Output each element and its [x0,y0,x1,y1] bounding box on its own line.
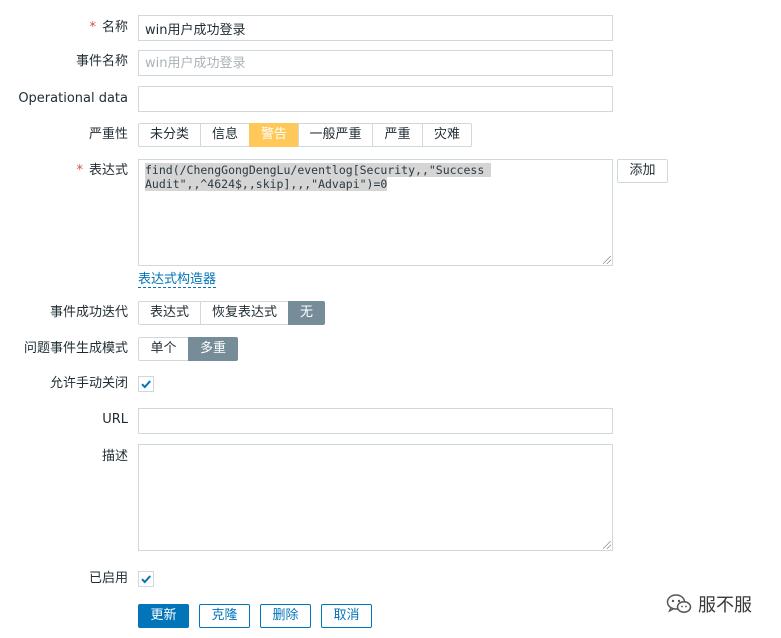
manual-close-label: 允许手动关闭 [49,376,128,391]
clone-button[interactable]: 克隆 [199,604,250,628]
operational-data-label: Operational data [18,91,128,106]
recovery-expression[interactable]: 表达式 [138,301,201,325]
description-textarea[interactable] [138,444,613,551]
severity-selector: 未分类 信息 警告 一般严重 严重 灾难 [138,123,472,147]
severity-high[interactable]: 严重 [372,123,423,147]
severity-warning[interactable]: 警告 [249,123,299,147]
expression-textarea[interactable]: find(/ChengGongDengLu/eventlog[Security,… [138,159,613,266]
recovery-none[interactable]: 无 [288,301,325,325]
problem-mode-label: 问题事件生成模式 [23,341,128,356]
problem-mode-multiple[interactable]: 多重 [188,337,238,361]
name-label: * 名称 [89,20,128,35]
recovery-mode-selector: 表达式 恢复表达式 无 [138,301,325,325]
checkmark-icon [141,575,151,584]
severity-information[interactable]: 信息 [200,123,250,147]
description-label: 描述 [101,449,128,464]
manual-close-checkbox[interactable] [138,376,154,392]
add-expression-button[interactable]: 添加 [617,159,668,183]
severity-not-classified[interactable]: 未分类 [138,123,201,147]
recovery-mode-label: 事件成功迭代 [49,305,128,320]
watermark-text: 服不服 [698,595,752,616]
url-input[interactable] [138,408,613,434]
event-name-input[interactable] [138,50,613,76]
name-input[interactable] [138,15,613,41]
checkmark-icon [141,380,151,389]
operational-data-input[interactable] [138,86,613,112]
enabled-checkbox[interactable] [138,571,154,587]
watermark: 服不服 [666,590,752,618]
recovery-recovery-expression[interactable]: 恢复表达式 [200,301,289,325]
delete-button[interactable]: 删除 [260,604,311,628]
problem-mode-selector: 单个 多重 [138,337,238,361]
wechat-icon [666,594,692,613]
required-mark: * [89,20,96,35]
severity-label: 严重性 [88,127,128,142]
event-name-label: 事件名称 [75,54,128,69]
enabled-label: 已启用 [88,571,128,586]
expression-text: find(/ChengGongDengLu/eventlog[Security,… [145,163,492,191]
problem-mode-single[interactable]: 单个 [138,337,189,361]
severity-disaster[interactable]: 灾难 [422,123,472,147]
severity-average[interactable]: 一般严重 [298,123,373,147]
update-button[interactable]: 更新 [138,604,189,628]
cancel-button[interactable]: 取消 [321,604,372,628]
required-mark: * [76,163,83,178]
resize-grip-icon[interactable] [603,541,611,549]
resize-grip-icon[interactable] [603,256,611,264]
expression-label: * 表达式 [76,163,128,178]
expression-builder-link[interactable]: 表达式构造器 [138,272,217,288]
url-label: URL [102,412,128,427]
